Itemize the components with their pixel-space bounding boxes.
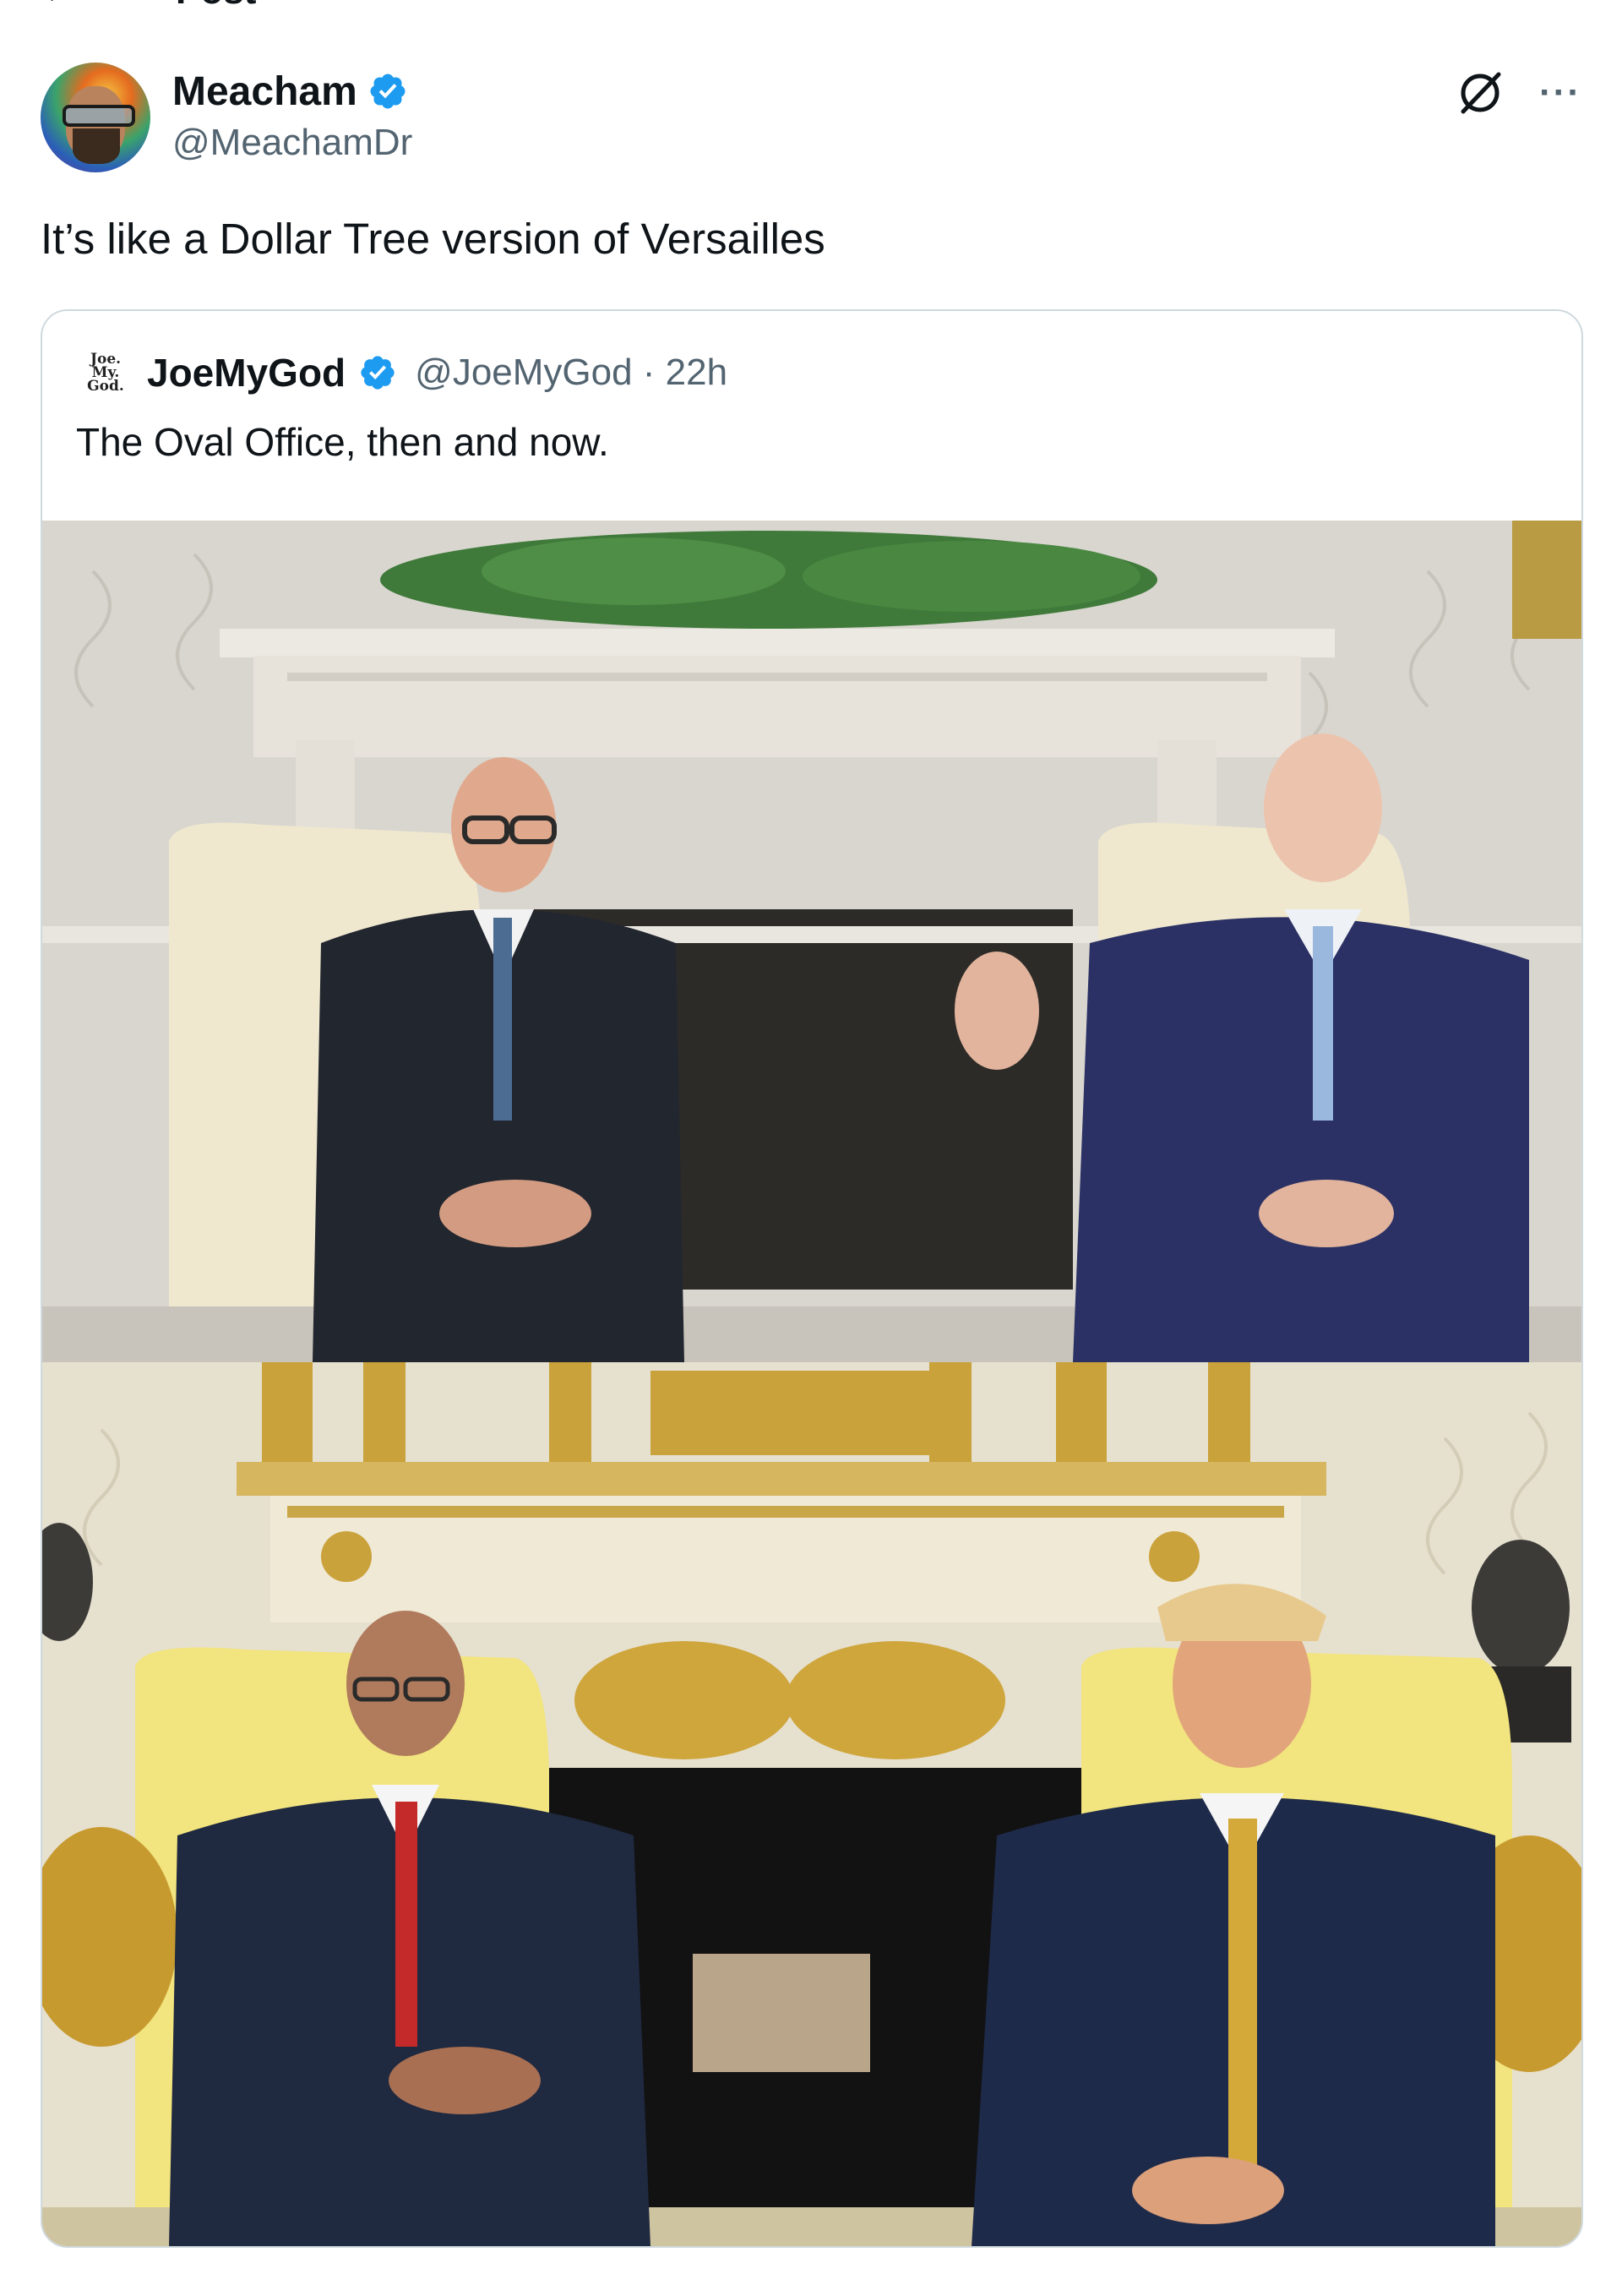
quoted-post-header: Joe. My. God. JoeMyGod @JoeMyGod · 22h [76, 343, 728, 402]
avatar[interactable] [41, 63, 150, 172]
post-text: It’s like a Dollar Tree version of Versa… [41, 215, 825, 263]
page-header: ← Post [41, 0, 256, 10]
author-meta: Meacham @MeachamDr [172, 63, 412, 164]
quoted-display-name: JoeMyGod [147, 351, 346, 395]
quoted-avatar[interactable]: Joe. My. God. [76, 343, 135, 402]
post-top-actions: ··· [1455, 68, 1581, 118]
oval-office-now-photo[interactable] [42, 1362, 1581, 2246]
post-author-row: Meacham @MeachamDr ··· [41, 63, 1581, 172]
back-arrow-icon[interactable]: ← [41, 0, 74, 8]
verified-badge-icon [370, 74, 406, 109]
grok-icon[interactable] [1455, 68, 1505, 118]
post-page: ← Post Meacham @MeachamDr ··· [0, 0, 1622, 2296]
author-handle[interactable]: @MeachamDr [172, 122, 412, 164]
quoted-post-card[interactable]: Joe. My. God. JoeMyGod @JoeMyGod · 22h T… [41, 309, 1583, 2248]
name-line: Meacham [172, 66, 412, 117]
author-display-name[interactable]: Meacham [172, 68, 357, 115]
page-title: Post [176, 0, 256, 10]
quoted-handle-time: @JoeMyGod · 22h [415, 352, 728, 393]
verified-badge-icon [361, 356, 395, 390]
quoted-post-text: The Oval Office, then and now. [76, 420, 609, 464]
oval-office-then-photo[interactable] [42, 521, 1581, 1362]
more-options-icon[interactable]: ··· [1539, 74, 1581, 112]
